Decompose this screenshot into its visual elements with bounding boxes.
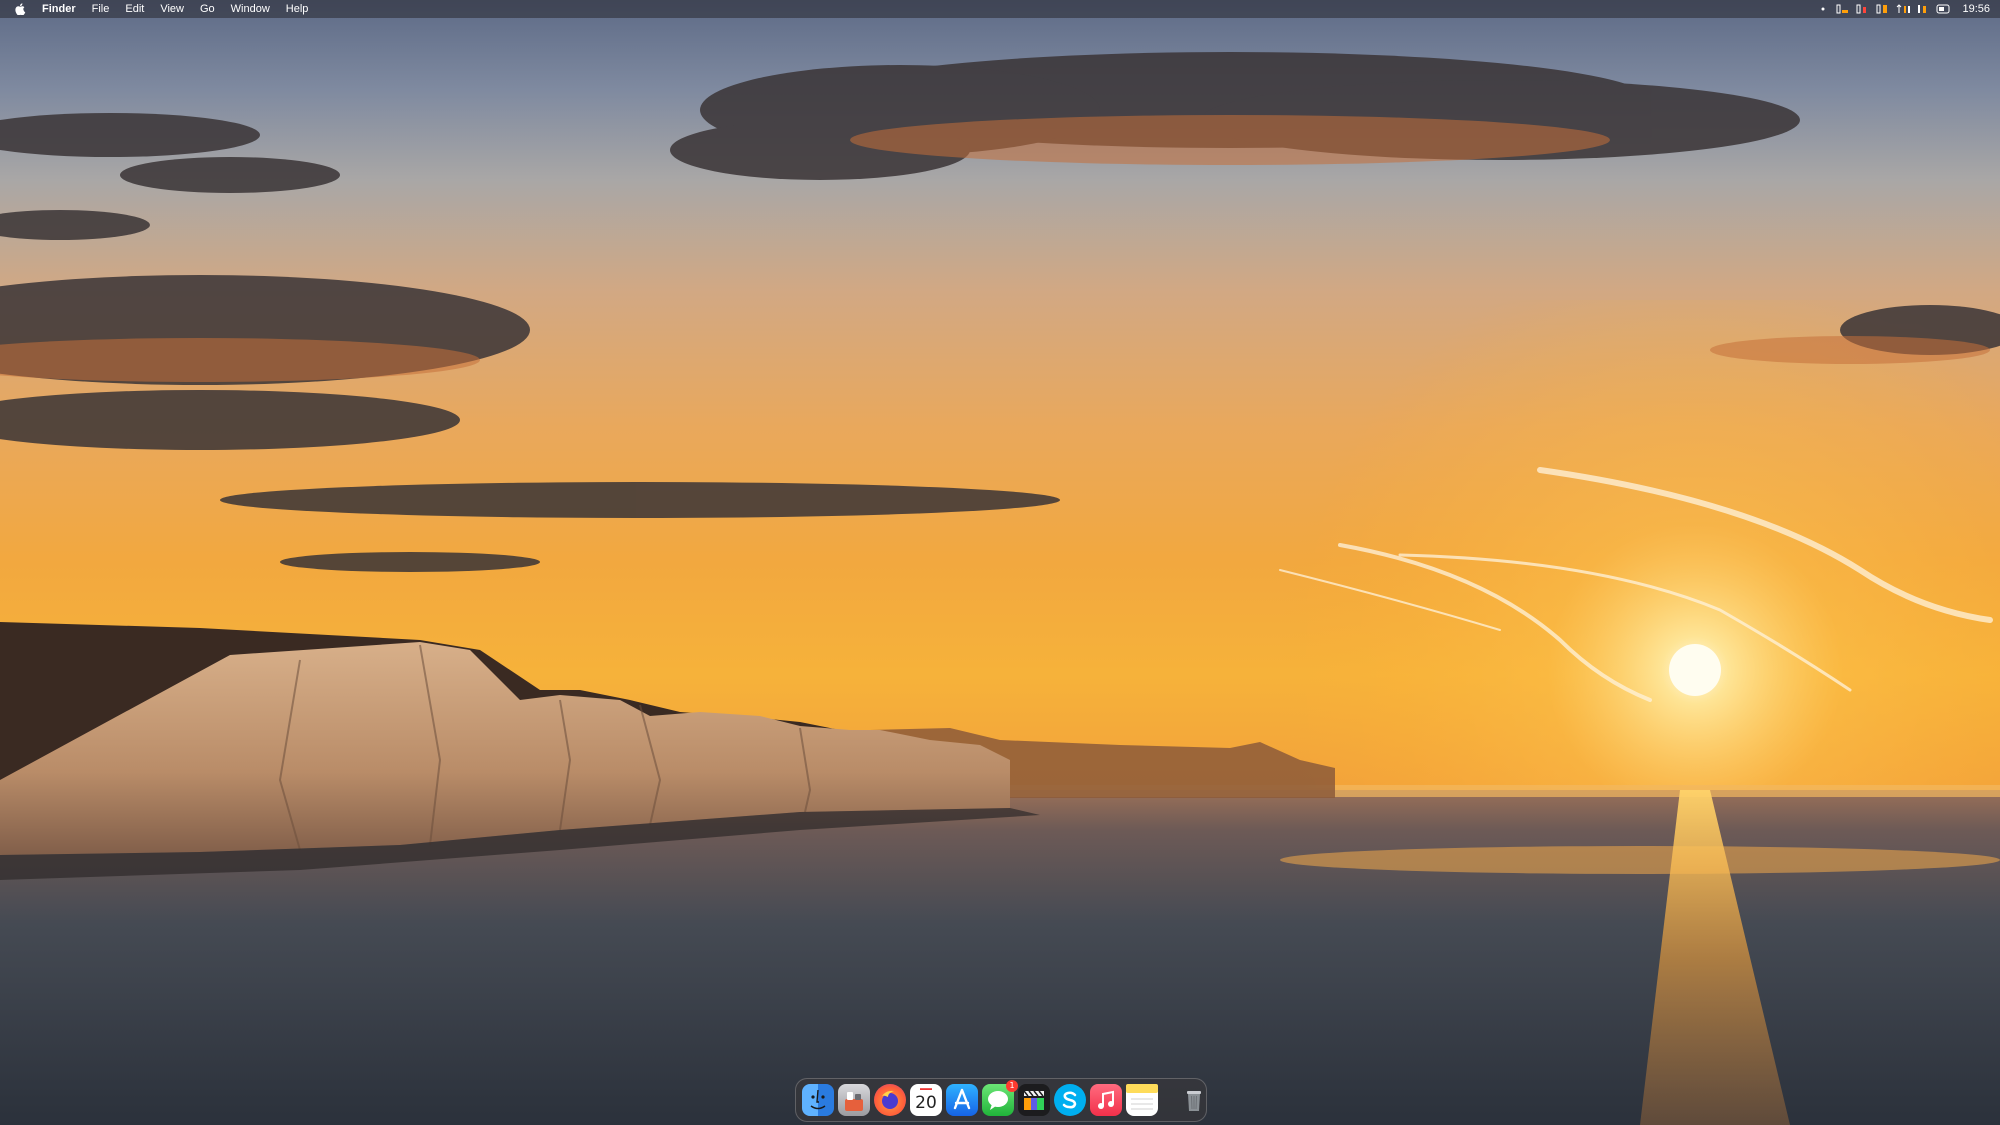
menu-edit[interactable]: Edit [125,0,144,18]
trash-icon[interactable] [1178,1084,1210,1116]
menu-bar: Finder File Edit View Go Window Help 19:… [0,0,2000,18]
calendar-month-strip: ▬▬ [920,1086,932,1092]
messages-icon[interactable]: 1 [982,1080,1018,1116]
sun [1669,644,1721,696]
skype-icon[interactable] [1054,1084,1086,1116]
wallpaper [0,52,2000,1125]
memory-icon[interactable] [1876,3,1890,15]
launchpad-icon[interactable] [838,1084,870,1116]
apple-icon[interactable] [14,3,26,15]
final-cut-icon[interactable] [1018,1084,1050,1116]
sun-glow [1100,300,2000,820]
calendar-icon[interactable]: ▬▬ 20 [910,1084,942,1116]
menu-left: Finder File Edit View Go Window Help [14,0,324,18]
dock: ▬▬ 20 1 [795,1078,1207,1122]
dot-icon[interactable] [1816,3,1830,15]
firefox-icon[interactable] [874,1084,906,1116]
finder-icon[interactable] [802,1084,834,1116]
menu-file[interactable]: File [92,0,110,18]
cpu-icon[interactable] [1856,3,1870,15]
menu-clock[interactable]: 19:56 [1962,0,1990,18]
menu-help[interactable]: Help [286,0,309,18]
sensors-icon[interactable] [1916,3,1930,15]
messages-badge: 1 [1006,1080,1018,1092]
calendar-day: 20 [915,1093,937,1113]
sea-mist [1280,846,2000,874]
menu-go[interactable]: Go [200,0,215,18]
menu-app-finder[interactable]: Finder [42,0,76,18]
notes-icon[interactable] [1126,1084,1158,1116]
menu-window[interactable]: Window [231,0,270,18]
battery-icon[interactable] [1836,3,1850,15]
app-store-icon[interactable] [946,1084,978,1116]
control-center-icon[interactable] [1936,3,1950,15]
desktop: Finder File Edit View Go Window Help 19:… [0,0,2000,1125]
menu-view[interactable]: View [160,0,184,18]
menu-status-area: 19:56 [1810,0,1990,18]
music-icon[interactable] [1090,1084,1122,1116]
network-icon[interactable] [1896,3,1911,15]
